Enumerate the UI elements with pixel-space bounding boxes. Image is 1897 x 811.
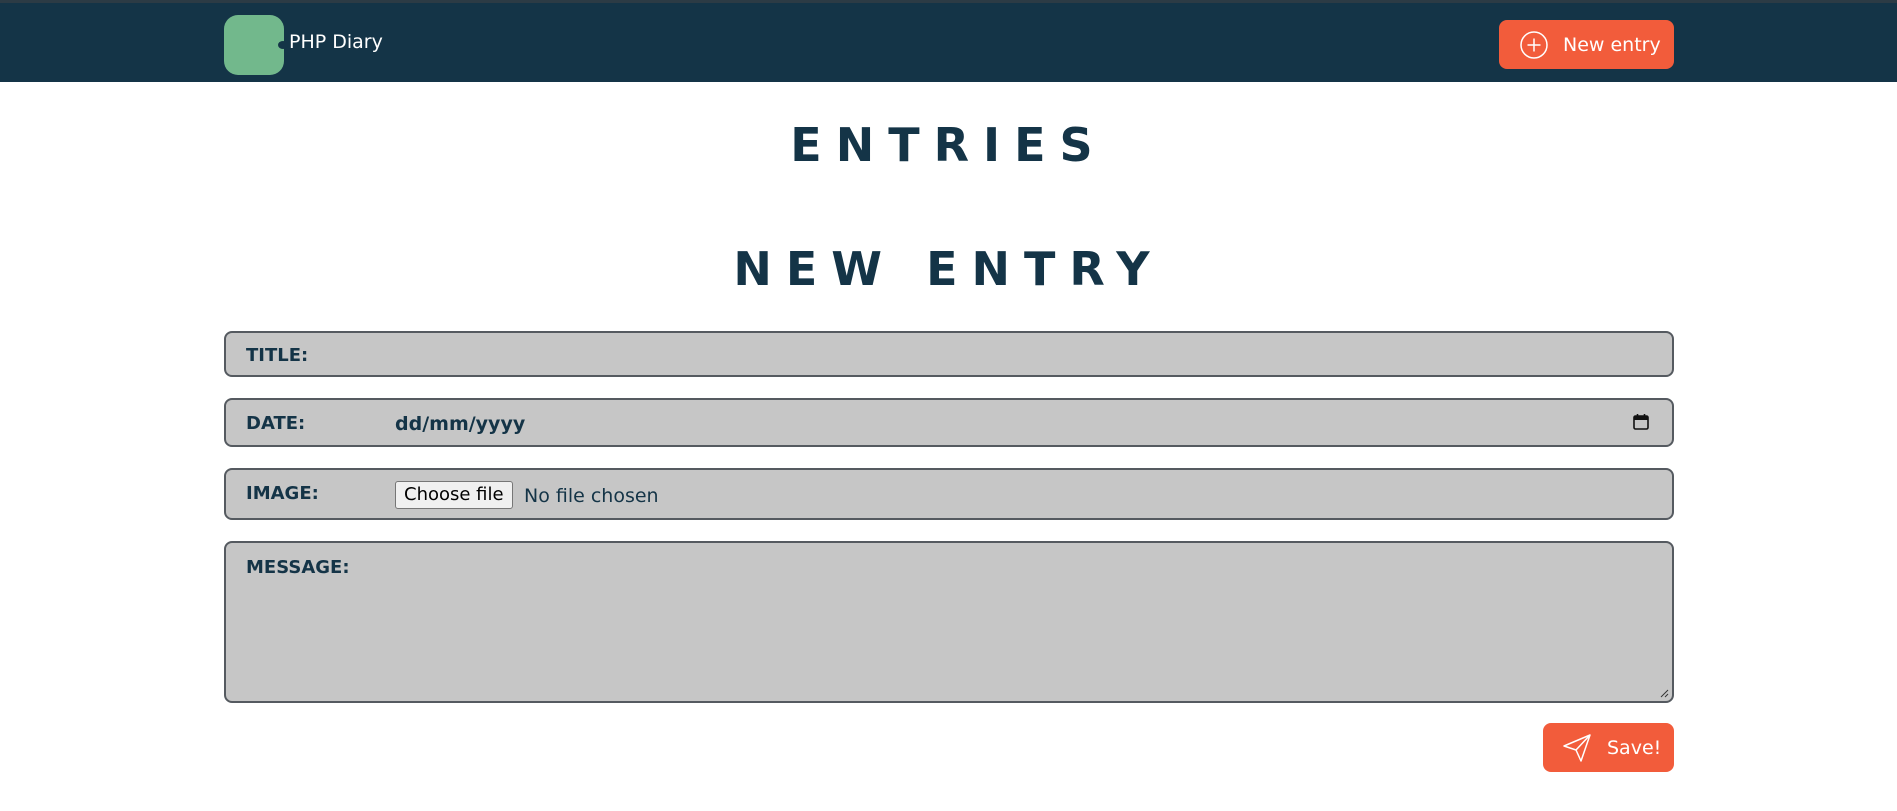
date-field[interactable]: DATE: dd/mm/yyyy	[224, 398, 1674, 447]
logo-icon[interactable]	[224, 15, 288, 75]
title-field[interactable]: TITLE:	[224, 331, 1674, 377]
title-label: TITLE:	[246, 345, 309, 366]
image-label: IMAGE:	[246, 483, 319, 504]
message-label: MESSAGE:	[246, 557, 350, 578]
image-field: IMAGE: Choose file No file chosen	[224, 468, 1674, 520]
brand-name[interactable]: PHP Diary	[289, 31, 383, 53]
new-entry-heading: NEW ENTRY	[733, 242, 1164, 296]
resize-grip-icon[interactable]	[1659, 688, 1669, 698]
calendar-icon[interactable]	[1632, 413, 1650, 431]
save-button[interactable]: Save!	[1543, 723, 1674, 772]
plus-circle-icon	[1520, 30, 1548, 59]
top-navbar: PHP Diary New entry	[0, 0, 1897, 82]
new-entry-button[interactable]: New entry	[1499, 20, 1674, 69]
save-label: Save!	[1607, 736, 1662, 759]
entries-heading: ENTRIES	[790, 118, 1107, 172]
send-icon	[1563, 733, 1591, 762]
new-entry-label: New entry	[1563, 33, 1661, 56]
date-input[interactable]: dd/mm/yyyy	[395, 413, 525, 435]
choose-file-button[interactable]: Choose file	[395, 481, 513, 509]
date-label: DATE:	[246, 413, 306, 434]
file-status-text: No file chosen	[524, 485, 659, 507]
message-textarea[interactable]: MESSAGE:	[224, 541, 1674, 703]
